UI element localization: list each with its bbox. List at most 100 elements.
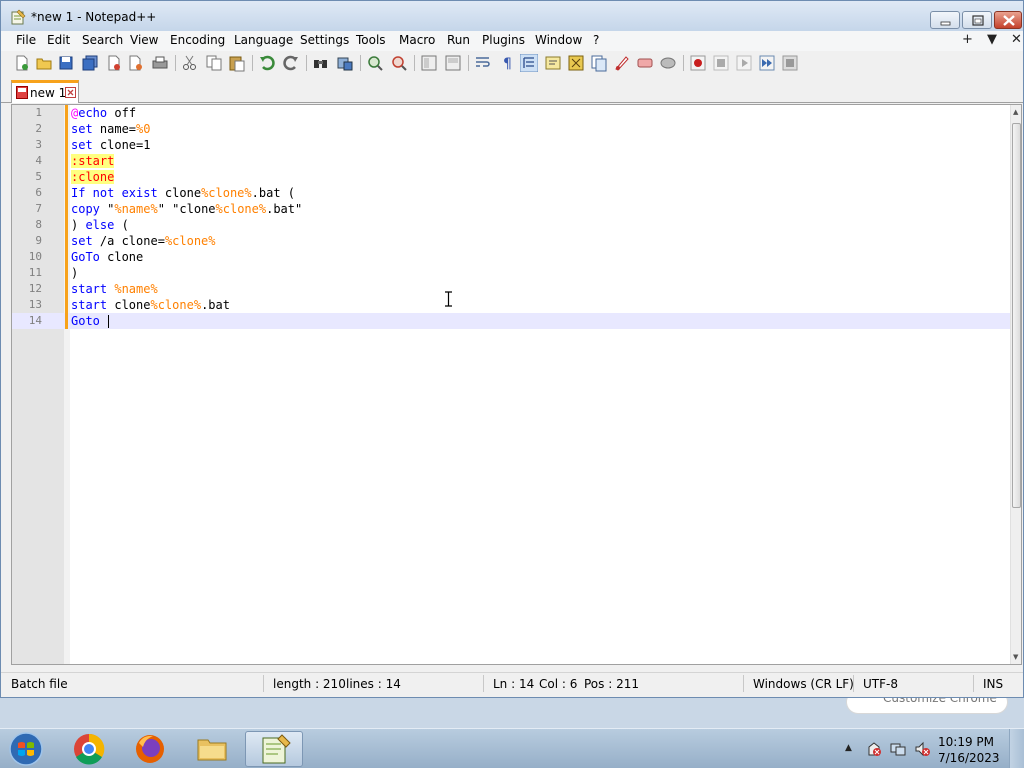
code-line[interactable]: 6 If not exist clone%clone%.bat ( [12, 185, 1010, 201]
taskbar-firefox[interactable] [121, 731, 179, 767]
indent-guide-icon[interactable] [520, 54, 538, 72]
menu-search[interactable]: Search [82, 33, 123, 47]
clock-date[interactable]: 7/16/2023 [938, 751, 1000, 765]
code-token: " "clone [157, 202, 216, 216]
code-line[interactable]: 3 set clone=1 [12, 137, 1010, 153]
code-line[interactable]: 12 start %name% [12, 281, 1010, 297]
cut-icon[interactable] [181, 54, 199, 72]
scroll-down-icon[interactable]: ▼ [1013, 653, 1018, 661]
code-line[interactable]: 14 Goto [12, 313, 1010, 329]
vertical-scrollbar[interactable]: ▲ ▼ [1010, 105, 1021, 664]
zoom-in-icon[interactable] [366, 54, 384, 72]
tab-new-1[interactable]: new 1 [11, 80, 79, 103]
action-center-icon[interactable] [866, 741, 882, 757]
code-lines[interactable]: 1 @echo off 2 set name=%0 3 set clone=1 4:star… [12, 105, 1010, 329]
zoom-out-icon[interactable] [390, 54, 408, 72]
menu-macro[interactable]: Macro [399, 33, 435, 47]
stop-macro-icon[interactable] [712, 54, 730, 72]
menu-window[interactable]: Window [535, 33, 582, 47]
function-list-icon[interactable] [590, 54, 608, 72]
code-editor[interactable]: 1 @echo off 2 set name=%0 3 set clone=1 4:star… [11, 104, 1022, 665]
code-line[interactable]: 7 copy "%name%" "clone%clone%.bat" [12, 201, 1010, 217]
copy-icon[interactable] [205, 54, 223, 72]
close-document-button[interactable]: ✕ [1011, 32, 1022, 47]
menu-encoding[interactable]: Encoding [170, 33, 225, 47]
menu-file[interactable]: File [16, 33, 36, 47]
sync-horizontal-icon[interactable] [444, 54, 462, 72]
save-macro-icon[interactable] [781, 54, 799, 72]
volume-muted-icon[interactable] [914, 741, 930, 757]
save-all-icon[interactable] [81, 54, 99, 72]
close-window-button[interactable] [994, 11, 1022, 29]
toolbar-separator [468, 55, 469, 71]
network-icon[interactable] [890, 741, 906, 757]
line-text: start clone%clone%.bat [71, 297, 230, 313]
redo-icon[interactable] [282, 54, 300, 72]
close-icon[interactable] [65, 87, 76, 98]
show-all-chars-icon[interactable]: ¶ [498, 54, 516, 72]
scroll-thumb[interactable] [1012, 123, 1021, 508]
taskbar-notepadpp[interactable] [245, 731, 303, 767]
paste-icon[interactable] [228, 54, 246, 72]
menu-settings[interactable]: Settings [300, 33, 349, 47]
status-separator [973, 675, 974, 692]
sync-vertical-icon[interactable] [420, 54, 438, 72]
play-macro-icon[interactable] [735, 54, 753, 72]
windows-start-icon[interactable] [6, 731, 46, 767]
code-line[interactable]: 8) else ( [12, 217, 1010, 233]
menu-help[interactable]: ? [593, 33, 599, 47]
show-desktop-button[interactable] [1009, 729, 1024, 768]
toolbar-separator [175, 55, 176, 71]
language-icon[interactable] [544, 54, 562, 72]
line-text: Goto [71, 313, 110, 329]
code-line[interactable]: 13 start clone%clone%.bat [12, 297, 1010, 313]
code-line[interactable]: 10 GoTo clone [12, 249, 1010, 265]
maximize-button[interactable] [962, 11, 992, 29]
new-tab-button[interactable]: + [962, 32, 973, 47]
menu-language[interactable]: Language [234, 33, 293, 47]
menu-plugins[interactable]: Plugins [482, 33, 525, 47]
code-line[interactable]: 1 @echo off [12, 105, 1010, 121]
status-insert-mode[interactable]: INS [983, 677, 1003, 691]
minimize-button[interactable] [930, 11, 960, 29]
code-line[interactable]: 5:clone [12, 169, 1010, 185]
close-all-icon[interactable] [127, 54, 145, 72]
code-line[interactable]: 4:start [12, 153, 1010, 169]
code-line[interactable]: 9 set /a clone=%clone% [12, 233, 1010, 249]
open-file-icon[interactable] [35, 54, 53, 72]
menu-view[interactable]: View [130, 33, 158, 47]
taskbar-chrome[interactable] [60, 731, 118, 767]
clock-time[interactable]: 10:19 PM [938, 735, 994, 749]
taskbar-file-explorer[interactable] [183, 731, 241, 767]
menu-edit[interactable]: Edit [47, 33, 70, 47]
undo-icon[interactable] [258, 54, 276, 72]
tray-expand-icon[interactable]: ▲ [845, 743, 861, 759]
toolbar: ¶ [1, 51, 1023, 75]
tab-list-dropdown[interactable]: ▼ [987, 32, 997, 47]
record-macro-icon[interactable] [689, 54, 707, 72]
status-length: length : 210 [273, 677, 346, 691]
monitoring-icon[interactable] [636, 54, 654, 72]
record-macro-icon-alt[interactable] [659, 54, 677, 72]
run-macro-multiple-icon[interactable] [758, 54, 776, 72]
line-number: 5 [35, 170, 42, 183]
status-encoding[interactable]: UTF-8 [863, 677, 898, 691]
find-icon[interactable] [312, 54, 330, 72]
folder-workspace-icon[interactable] [613, 54, 631, 72]
print-icon[interactable] [151, 54, 169, 72]
menu-tools[interactable]: Tools [356, 33, 386, 47]
title-bar[interactable]: *new 1 - Notepad++ [1, 1, 1023, 31]
line-number: 11 [28, 266, 42, 279]
scroll-up-icon[interactable]: ▲ [1013, 108, 1018, 116]
code-token: Goto [71, 314, 100, 328]
menu-run[interactable]: Run [447, 33, 470, 47]
status-eol[interactable]: Windows (CR LF) [753, 677, 854, 691]
word-wrap-icon[interactable] [474, 54, 492, 72]
close-file-icon[interactable] [105, 54, 123, 72]
code-line[interactable]: 2 set name=%0 [12, 121, 1010, 137]
save-icon[interactable] [57, 54, 75, 72]
replace-icon[interactable] [336, 54, 354, 72]
code-line[interactable]: 11) [12, 265, 1010, 281]
new-file-icon[interactable] [13, 54, 31, 72]
document-map-icon[interactable] [567, 54, 585, 72]
